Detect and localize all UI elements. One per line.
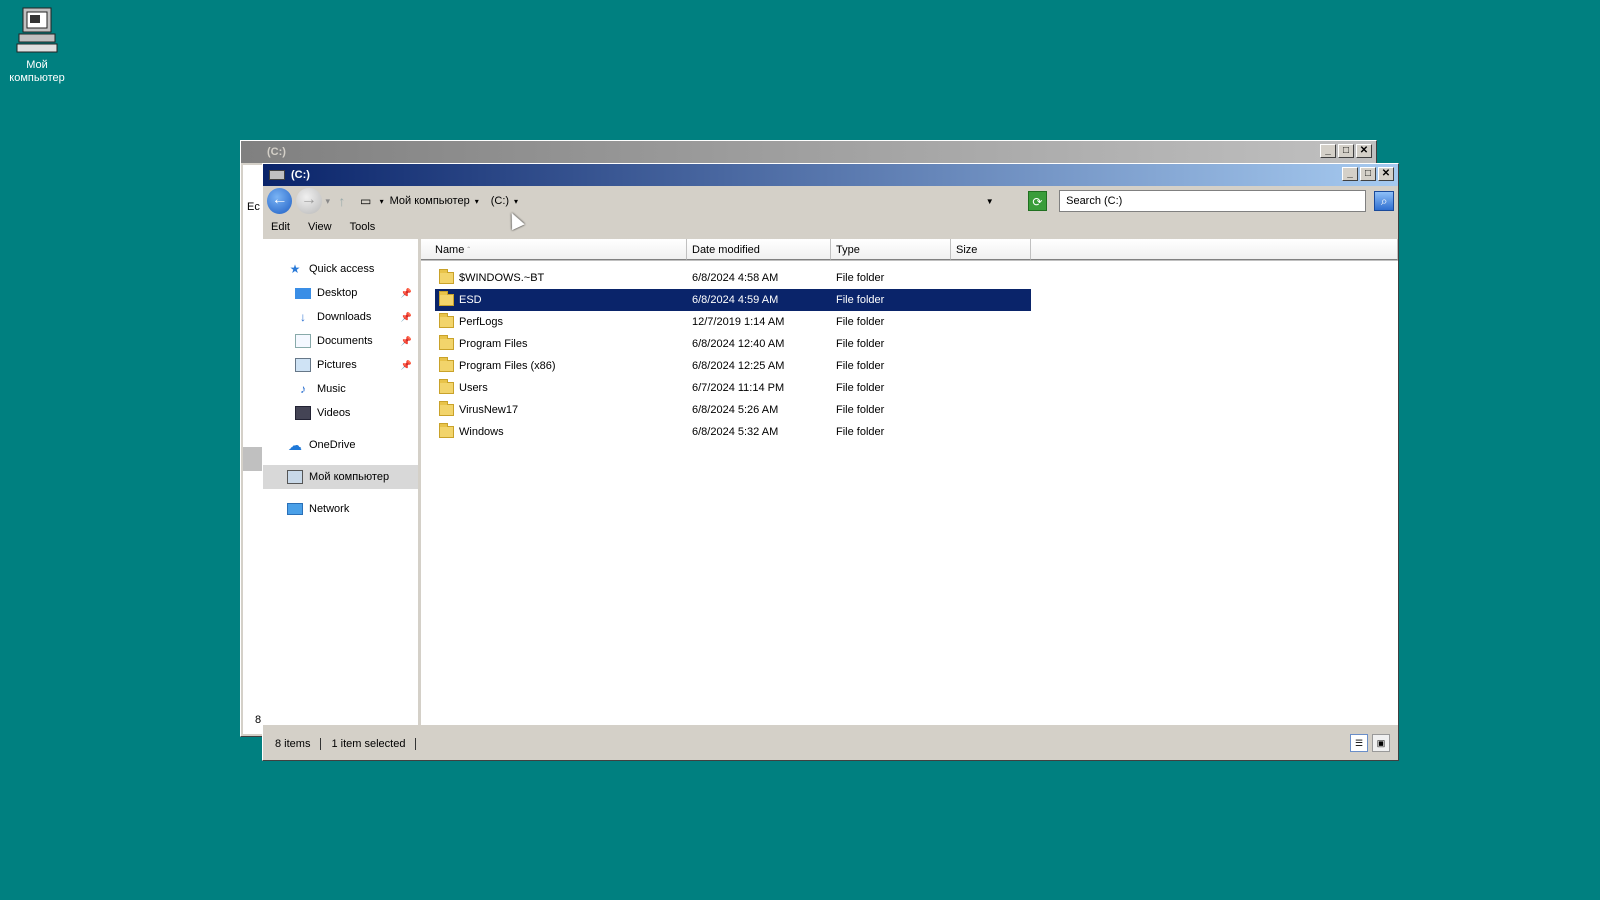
folder-icon: [439, 291, 454, 306]
drive-small-icon: ▭: [359, 194, 372, 208]
column-header-name[interactable]: Name ˆ: [421, 239, 687, 260]
folder-icon: [439, 269, 454, 284]
network-icon: [287, 503, 303, 515]
file-row-selected[interactable]: ESD 6/8/2024 4:59 AM File folder: [435, 289, 1031, 311]
music-note-icon: ♪: [300, 382, 306, 396]
folder-icon: [439, 379, 454, 394]
sort-indicator-icon: ˆ: [467, 246, 471, 255]
desktop-icon-label-2: компьютер: [9, 72, 65, 84]
history-dropdown-icon[interactable]: ▾: [326, 196, 331, 207]
nav-item-downloads[interactable]: ↓ Downloads 📌: [263, 305, 418, 329]
nav-item-quick-access[interactable]: ★ Quick access: [263, 257, 418, 281]
document-icon: [295, 334, 311, 348]
folder-icon: [439, 335, 454, 350]
pin-icon[interactable]: 📌: [401, 336, 412, 347]
desktop-icon: [295, 287, 311, 299]
file-list-pane: Name ˆ Date modified Type Size $WINDOWS.…: [421, 239, 1398, 725]
nav-item-music[interactable]: ♪ Music: [263, 377, 418, 401]
breadcrumb-my-computer[interactable]: Мой компьютер ▾: [390, 195, 479, 207]
maximize-button[interactable]: □: [1360, 167, 1376, 181]
my-computer-desktop-icon[interactable]: Мой компьютер: [4, 6, 70, 85]
computer-icon: [16, 7, 58, 53]
title-bar[interactable]: (C:) _ □ ✕: [263, 164, 1398, 186]
close-button[interactable]: ✕: [1378, 167, 1394, 181]
column-header-size[interactable]: Size: [951, 239, 1031, 260]
drive-icon: [269, 170, 285, 180]
address-bar[interactable]: ▭ ▾ Мой компьютер ▾ (C:) ▾ ▼: [353, 190, 1004, 212]
minimize-button[interactable]: _: [1342, 167, 1358, 181]
file-row[interactable]: Program Files 6/8/2024 12:40 AM File folde…: [435, 333, 1031, 355]
file-row[interactable]: PerfLogs 12/7/2019 1:14 AM File folder: [435, 311, 1031, 333]
address-history-dropdown-icon[interactable]: ▼: [986, 197, 994, 206]
back-minimize-button[interactable]: _: [1320, 144, 1336, 158]
column-header-date[interactable]: Date modified: [687, 239, 831, 260]
folder-icon: [439, 313, 454, 328]
file-row[interactable]: $WINDOWS.~BT 6/8/2024 4:58 AM File folder: [435, 267, 1031, 289]
back-edge-text-1: Ec: [247, 201, 260, 213]
folder-icon: [439, 401, 454, 416]
nav-item-documents[interactable]: Documents 📌: [263, 329, 418, 353]
download-arrow-icon: ↓: [300, 310, 306, 324]
nav-item-desktop[interactable]: Desktop 📌: [263, 281, 418, 305]
breadcrumb-c-drive[interactable]: (C:) ▾: [491, 195, 518, 207]
file-row[interactable]: VirusNew17 6/8/2024 5:26 AM File folder: [435, 399, 1031, 421]
nav-item-my-computer[interactable]: Мой компьютер: [263, 465, 418, 489]
menu-edit[interactable]: Edit: [271, 221, 290, 233]
pin-icon[interactable]: 📌: [401, 312, 412, 323]
refresh-button[interactable]: ⟳: [1027, 191, 1048, 211]
status-bar: 8 items 1 item selected ☰ ▣: [263, 728, 1398, 760]
star-icon: ★: [289, 262, 301, 276]
menu-view[interactable]: View: [308, 221, 332, 233]
nav-item-videos[interactable]: Videos: [263, 401, 418, 425]
status-item-count: 8 items: [275, 738, 311, 750]
column-header-row: Name ˆ Date modified Type Size: [421, 239, 1398, 261]
file-row[interactable]: Users 6/7/2024 11:14 PM File folder: [435, 377, 1031, 399]
column-header-type[interactable]: Type: [831, 239, 951, 260]
back-edge-text-2: 8: [255, 714, 262, 726]
status-separator: [415, 738, 417, 750]
folder-icon: [439, 423, 454, 438]
large-icons-view-icon[interactable]: ▣: [1372, 734, 1390, 752]
pin-icon[interactable]: 📌: [401, 288, 412, 299]
chevron-down-icon[interactable]: ▾: [475, 197, 479, 206]
chevron-down-icon[interactable]: ▾: [514, 197, 518, 206]
navigation-pane: ★ Quick access Desktop 📌 ↓ Downloads 📌 D…: [263, 239, 421, 725]
file-row[interactable]: Program Files (x86) 6/8/2024 12:25 AM File…: [435, 355, 1031, 377]
forward-button[interactable]: →: [296, 188, 322, 214]
file-rows: $WINDOWS.~BT 6/8/2024 4:58 AM File folder …: [421, 261, 1398, 443]
pin-icon[interactable]: 📌: [401, 360, 412, 371]
column-header-filler: [1031, 239, 1398, 260]
nav-item-pictures[interactable]: Pictures 📌: [263, 353, 418, 377]
navigation-bar: ← → ▾ ↑ ▭ ▾ Мой компьютер ▾ (C:) ▾ ▼ ⟳ S…: [263, 186, 1398, 216]
menu-bar: Edit View Tools: [263, 216, 1398, 238]
details-view-icon[interactable]: ☰: [1350, 734, 1368, 752]
nav-item-onedrive[interactable]: ☁ OneDrive: [263, 433, 418, 457]
cloud-icon: ☁: [288, 437, 302, 453]
back-button[interactable]: ←: [267, 188, 293, 214]
folder-icon: [439, 357, 454, 372]
explorer-window[interactable]: (C:) _ □ ✕ ← → ▾ ↑ ▭ ▾ Мой компьютер ▾ (…: [262, 163, 1399, 761]
back-maximize-button[interactable]: □: [1338, 144, 1354, 158]
menu-tools[interactable]: Tools: [350, 221, 376, 233]
back-title-bar[interactable]: (C:) _ □ ✕: [241, 141, 1376, 163]
chevron-down-icon[interactable]: ▾: [380, 197, 384, 206]
status-selection: 1 item selected: [331, 738, 406, 750]
picture-icon: [295, 358, 311, 372]
view-switcher: ☰ ▣: [1350, 734, 1390, 752]
back-window-title: (C:): [267, 146, 286, 158]
search-input[interactable]: Search (C:): [1059, 190, 1367, 212]
status-separator: [320, 738, 322, 750]
window-title: (C:): [291, 169, 310, 181]
nav-item-network[interactable]: Network: [263, 497, 418, 521]
up-arrow-icon[interactable]: ↑: [334, 193, 350, 209]
content-area: ★ Quick access Desktop 📌 ↓ Downloads 📌 D…: [263, 239, 1398, 725]
back-close-button[interactable]: ✕: [1356, 144, 1372, 158]
desktop-icon-label-1: Мой: [26, 59, 48, 71]
search-button[interactable]: ⌕: [1374, 191, 1394, 211]
file-row[interactable]: Windows 6/8/2024 5:32 AM File folder: [435, 421, 1031, 443]
computer-icon: [287, 470, 303, 484]
film-icon: [295, 406, 311, 420]
